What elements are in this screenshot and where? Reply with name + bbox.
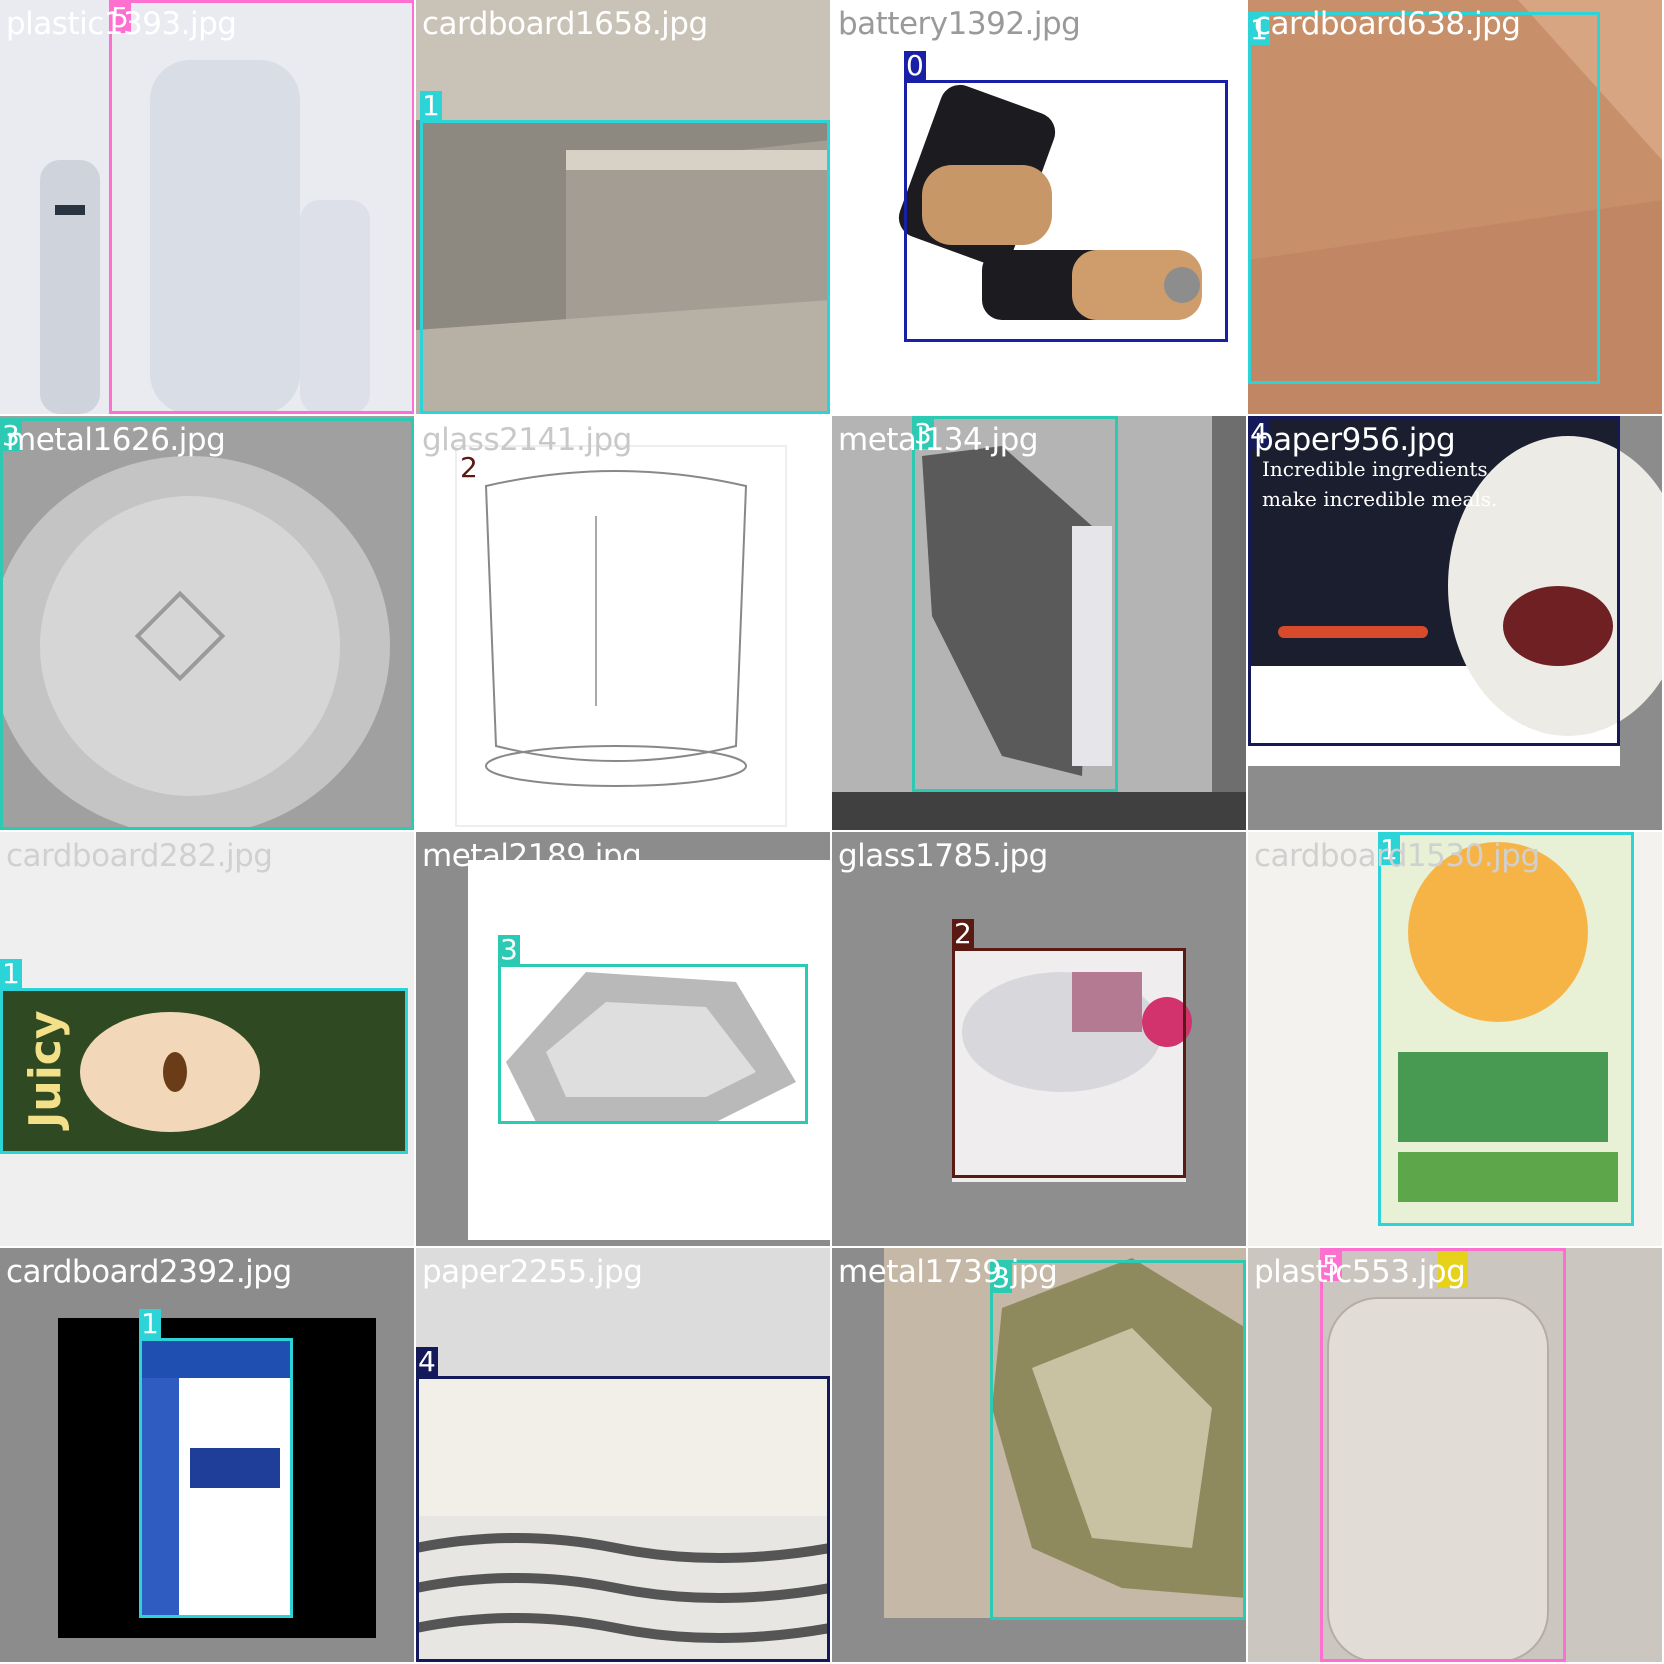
class-id-tag: 4 (416, 1345, 438, 1378)
class-id-tag: 3 (990, 1261, 1012, 1294)
detection-box: 0 (904, 51, 1228, 342)
mosaic-tile: 3 metal134.jpg (832, 416, 1246, 830)
detection-box: 1 (139, 1309, 293, 1618)
mosaic-tile: Incredible ingredients make incredible me… (1248, 416, 1662, 830)
detection-box: 3 (498, 935, 808, 1124)
detection-box: 1 (420, 91, 830, 414)
class-id-tag: 5 (1320, 1249, 1342, 1282)
class-id-tag: 1 (0, 957, 22, 990)
mosaic-tile: 5 plastic553.jpg (1248, 1248, 1662, 1662)
mosaic-tile: 2 glass2141.jpg (416, 416, 830, 830)
mosaic-tile: 1 cardboard1530.jpg (1248, 832, 1662, 1246)
detection-box: 3 (912, 416, 1118, 792)
class-id-tag: 1 (139, 1307, 161, 1340)
detection-box: 4 (1248, 416, 1620, 746)
detection-box: 2 (952, 919, 1186, 1178)
mosaic-tile: Juicy 1 cardboard282.jpg (0, 832, 414, 1246)
class-id-tag: 3 (498, 933, 520, 966)
mosaic-tile: 3 metal1626.jpg (0, 416, 414, 830)
mosaic-tile: 3 metal2189.jpg (416, 832, 830, 1246)
class-id-tag: 0 (904, 49, 926, 82)
class-id-tag: 2 (952, 917, 974, 950)
detection-box: 1 (1378, 832, 1634, 1226)
mosaic-tile: 1 cardboard2392.jpg (0, 1248, 414, 1662)
detection-box: 3 (990, 1260, 1246, 1620)
detection-box: 5 (109, 0, 414, 414)
mosaic-tile: 1 cardboard1658.jpg (416, 0, 830, 414)
mosaic-grid: 5 plastic1393.jpg 1 cardboard1658.jpg 0 batte… (0, 0, 1664, 1664)
class-id-tag: 5 (109, 1, 131, 34)
mosaic-tile: 1 cardboard638.jpg (1248, 0, 1662, 414)
class-id-tag: 1 (1248, 13, 1270, 46)
mosaic-tile: 0 battery1392.jpg (832, 0, 1246, 414)
detection-box: 3 (0, 418, 414, 830)
detection-box: 4 (416, 1347, 830, 1662)
class-id-tag: 1 (420, 89, 442, 122)
detection-box: 1 (1248, 12, 1600, 384)
class-id-tag: 2 (458, 451, 480, 484)
mosaic-tile: 5 plastic1393.jpg (0, 0, 414, 414)
mosaic-tile: 2 glass1785.jpg (832, 832, 1246, 1246)
mosaic-tile: 3 metal1739.jpg (832, 1248, 1246, 1662)
class-id-tag: 1 (1378, 833, 1400, 866)
class-id-tag: 4 (1248, 417, 1270, 450)
detection-box: 1 (0, 959, 408, 1154)
class-id-tag: 3 (912, 417, 934, 450)
class-id-tag: 3 (0, 419, 22, 452)
mosaic-tile: 4 paper2255.jpg (416, 1248, 830, 1662)
detection-box: 5 (1320, 1248, 1566, 1662)
detection-box: 2 (458, 450, 480, 483)
